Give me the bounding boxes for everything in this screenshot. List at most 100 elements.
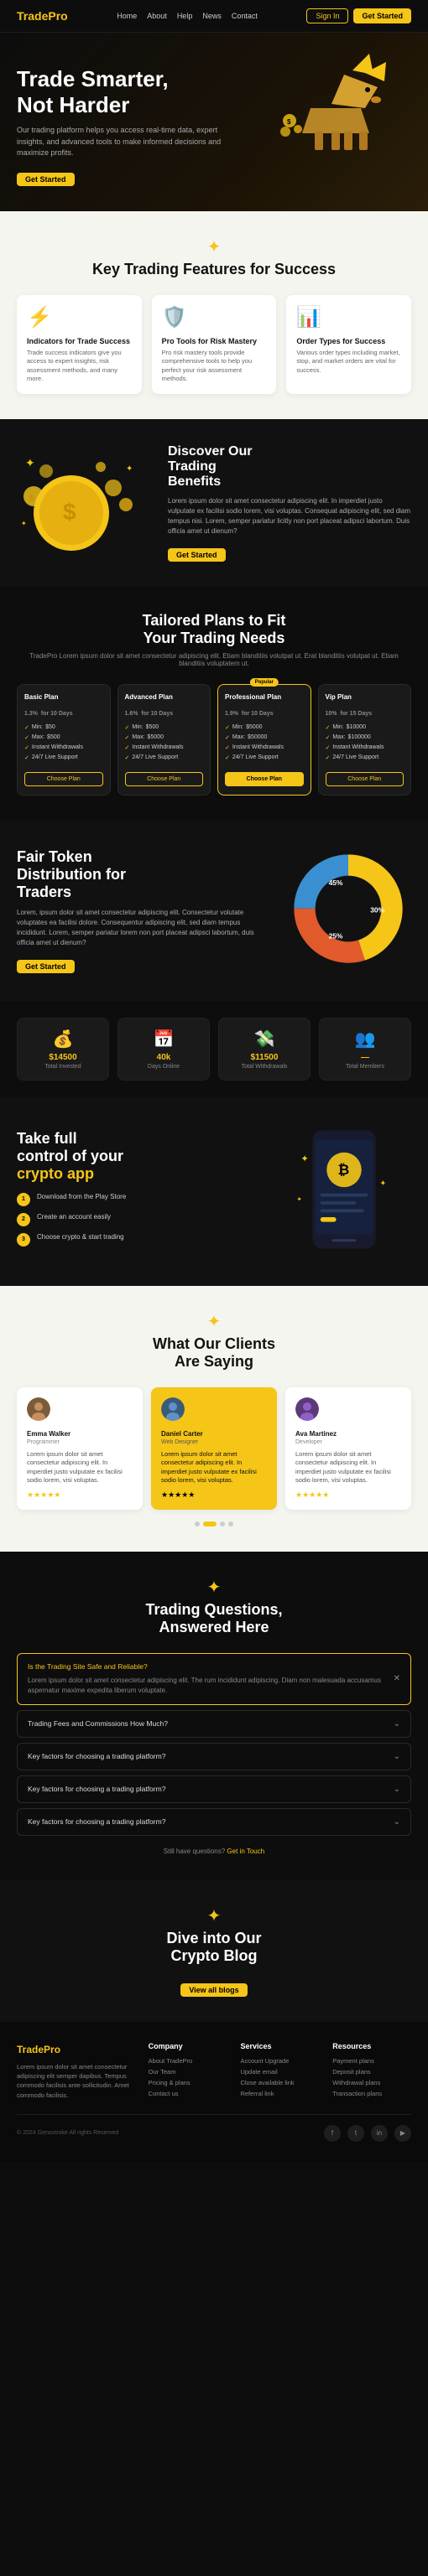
- footer-link[interactable]: Transaction plans: [332, 2090, 411, 2097]
- faq-item-4[interactable]: Key factors for choosing a trading platf…: [17, 1808, 411, 1836]
- faq-question-3: Key factors for choosing a trading platf…: [28, 1785, 165, 1793]
- token-cta-button[interactable]: Get Started: [17, 960, 75, 973]
- footer-link[interactable]: Deposit plans: [332, 2068, 411, 2076]
- plan-feature: 24/7 Live Support: [24, 753, 103, 763]
- donut-svg: 45% 30% 25%: [285, 846, 411, 972]
- footer-links-company: About TradePro Our Team Pricing & plans …: [149, 2057, 227, 2097]
- faq-get-in-touch-link[interactable]: Get in Touch: [227, 1848, 264, 1855]
- footer-link[interactable]: Payment plans: [332, 2057, 411, 2065]
- blog-cta-button[interactable]: View all blogs: [180, 1983, 247, 1997]
- faq-item-3[interactable]: Key factors for choosing a trading platf…: [17, 1775, 411, 1803]
- nav-logo: TradePro: [17, 9, 68, 23]
- testimonials-grid: Emma Walker Programmer Lorem ipsum dolor…: [17, 1387, 411, 1510]
- feature-card-1: 🛡️ Pro Tools for Risk Mastery Pro risk m…: [152, 295, 277, 394]
- footer-top: TradePro Lorem ipsum dolor sit amet cons…: [17, 2042, 411, 2101]
- features-title: Key Trading Features for Success: [17, 261, 411, 278]
- nav-help[interactable]: Help: [177, 12, 193, 20]
- svg-text:30%: 30%: [370, 906, 384, 915]
- plan-feature: Min: $5000: [225, 723, 304, 733]
- faq-star-icon: ✦: [17, 1577, 411, 1598]
- nav-news[interactable]: News: [202, 12, 222, 20]
- stat-value-members: —: [326, 1053, 404, 1062]
- features-section: ✦ Key Trading Features for Success ⚡ Ind…: [0, 211, 428, 419]
- plan-choose-basic[interactable]: Choose Plan: [24, 772, 103, 786]
- feature-title-1: Pro Tools for Risk Mastery: [162, 337, 267, 345]
- footer-link[interactable]: Withdrawal plans: [332, 2079, 411, 2086]
- footer-link[interactable]: About TradePro: [149, 2057, 227, 2065]
- nav-links: Home About Help News Contact: [117, 12, 258, 20]
- footer-link[interactable]: Contact us: [149, 2090, 227, 2097]
- footer-link[interactable]: Close available link: [240, 2079, 319, 2086]
- plan-rate-vip: 10% for 15 Days: [326, 704, 405, 718]
- social-twitter-icon[interactable]: t: [347, 2125, 364, 2142]
- coin-pile-svg: $ $ ✦ ✦ ✦: [17, 446, 143, 555]
- hero-bull-image: $: [269, 41, 420, 175]
- app-title: Take full control of your crypto app: [17, 1130, 277, 1183]
- plan-feature: Max: $5000: [125, 733, 204, 743]
- benefits-cta-button[interactable]: Get Started: [168, 548, 226, 562]
- features-grid: ⚡ Indicators for Trade Success Trade suc…: [17, 295, 411, 394]
- social-youtube-icon[interactable]: ▶: [394, 2125, 411, 2142]
- stats-section: 💰 $14500 Total Invested 📅 40k Days Onlin…: [0, 1001, 428, 1097]
- get-started-button[interactable]: Get Started: [353, 8, 411, 23]
- features-heading-wrap: ✦ Key Trading Features for Success: [17, 236, 411, 278]
- step-number-1: 2: [17, 1213, 30, 1226]
- app-step-1: 2 Create an account easily: [17, 1213, 277, 1226]
- feature-desc-1: Pro risk mastery tools provide comprehen…: [162, 349, 267, 384]
- footer-link[interactable]: Referral link: [240, 2090, 319, 2097]
- plan-choose-professional[interactable]: Choose Plan: [225, 772, 304, 786]
- testimonials-section: ✦ What Our Clients Are Saying Emma Walke…: [0, 1286, 428, 1552]
- feature-icon-1: 🛡️: [162, 305, 189, 332]
- faq-item-0[interactable]: Is the Trading Site Safe and Reliable? L…: [17, 1653, 411, 1705]
- svg-text:✦: ✦: [21, 520, 27, 527]
- hero-cta-button[interactable]: Get Started: [17, 173, 75, 186]
- plan-feature: Instant Withdrawals: [24, 743, 103, 753]
- nav-home[interactable]: Home: [117, 12, 137, 20]
- navigation: TradePro Home About Help News Contact Si…: [0, 0, 428, 33]
- plan-feature: Max: $100000: [326, 733, 405, 743]
- social-linkedin-icon[interactable]: in: [371, 2125, 388, 2142]
- dot-2[interactable]: [220, 1521, 225, 1526]
- faq-question-0: Is the Trading Site Safe and Reliable?: [28, 1662, 394, 1671]
- plan-rate-advanced: 1.6% for 10 Days: [125, 704, 204, 718]
- plan-feature: Min: $50: [24, 723, 103, 733]
- plans-grid: Basic Plan 1.3% for 10 Days Min: $50 Max…: [17, 684, 411, 796]
- footer-brand: TradePro Lorem ipsum dolor sit amet cons…: [17, 2042, 135, 2101]
- sign-in-button[interactable]: Sign In: [306, 8, 348, 23]
- footer-col-company: Company About TradePro Our Team Pricing …: [149, 2042, 227, 2101]
- bull-svg: $: [269, 41, 403, 158]
- app-image: ₿ ✦ ✦ ✦: [294, 1122, 411, 1261]
- footer-col-heading-resources: Resources: [332, 2042, 411, 2050]
- footer-col-services: Services Account Upgrade Update email Cl…: [240, 2042, 319, 2101]
- benefits-description: Lorem ipsum dolor sit amet consectetur a…: [168, 496, 411, 536]
- testimonial-text-0: Lorem ipsum dolor sit amet consectetur a…: [27, 1450, 133, 1485]
- social-facebook-icon[interactable]: f: [324, 2125, 341, 2142]
- stat-label-invested: Total Invested: [24, 1064, 102, 1070]
- footer-col-resources: Resources Payment plans Deposit plans Wi…: [332, 2042, 411, 2101]
- plan-feature: Instant Withdrawals: [125, 743, 204, 753]
- plan-choose-advanced[interactable]: Choose Plan: [125, 772, 204, 786]
- footer-col-heading-company: Company: [149, 2042, 227, 2050]
- dot-0[interactable]: [195, 1521, 200, 1526]
- footer-link[interactable]: Account Upgrade: [240, 2057, 319, 2065]
- stat-icon-withdrawals: 💸: [226, 1029, 303, 1050]
- faq-question-4: Key factors for choosing a trading platf…: [28, 1817, 165, 1826]
- benefits-section: $ $ ✦ ✦ ✦ Discover Our Trading Benefits …: [0, 419, 428, 587]
- nav-contact[interactable]: Contact: [232, 12, 258, 20]
- faq-title: Trading Questions, Answered Here: [17, 1601, 411, 1636]
- faq-item-2[interactable]: Key factors for choosing a trading platf…: [17, 1743, 411, 1770]
- footer-link[interactable]: Pricing & plans: [149, 2079, 227, 2086]
- stat-card-withdrawals: 💸 $11500 Total Withdrawals: [218, 1018, 311, 1081]
- footer-link[interactable]: Update email: [240, 2068, 319, 2076]
- testimonials-star-icon: ✦: [17, 1311, 411, 1332]
- dot-3[interactable]: [228, 1521, 233, 1526]
- plan-choose-vip[interactable]: Choose Plan: [326, 772, 405, 786]
- footer-link[interactable]: Our Team: [149, 2068, 227, 2076]
- plan-name-professional: Professional Plan: [225, 693, 304, 701]
- stat-value-days: 40k: [125, 1053, 202, 1062]
- faq-item-1[interactable]: Trading Fees and Commissions How Much? ⌄: [17, 1710, 411, 1738]
- stat-icon-members: 👥: [326, 1029, 404, 1050]
- stat-value-invested: $14500: [24, 1053, 102, 1062]
- dot-1[interactable]: [203, 1521, 217, 1526]
- nav-about[interactable]: About: [147, 12, 167, 20]
